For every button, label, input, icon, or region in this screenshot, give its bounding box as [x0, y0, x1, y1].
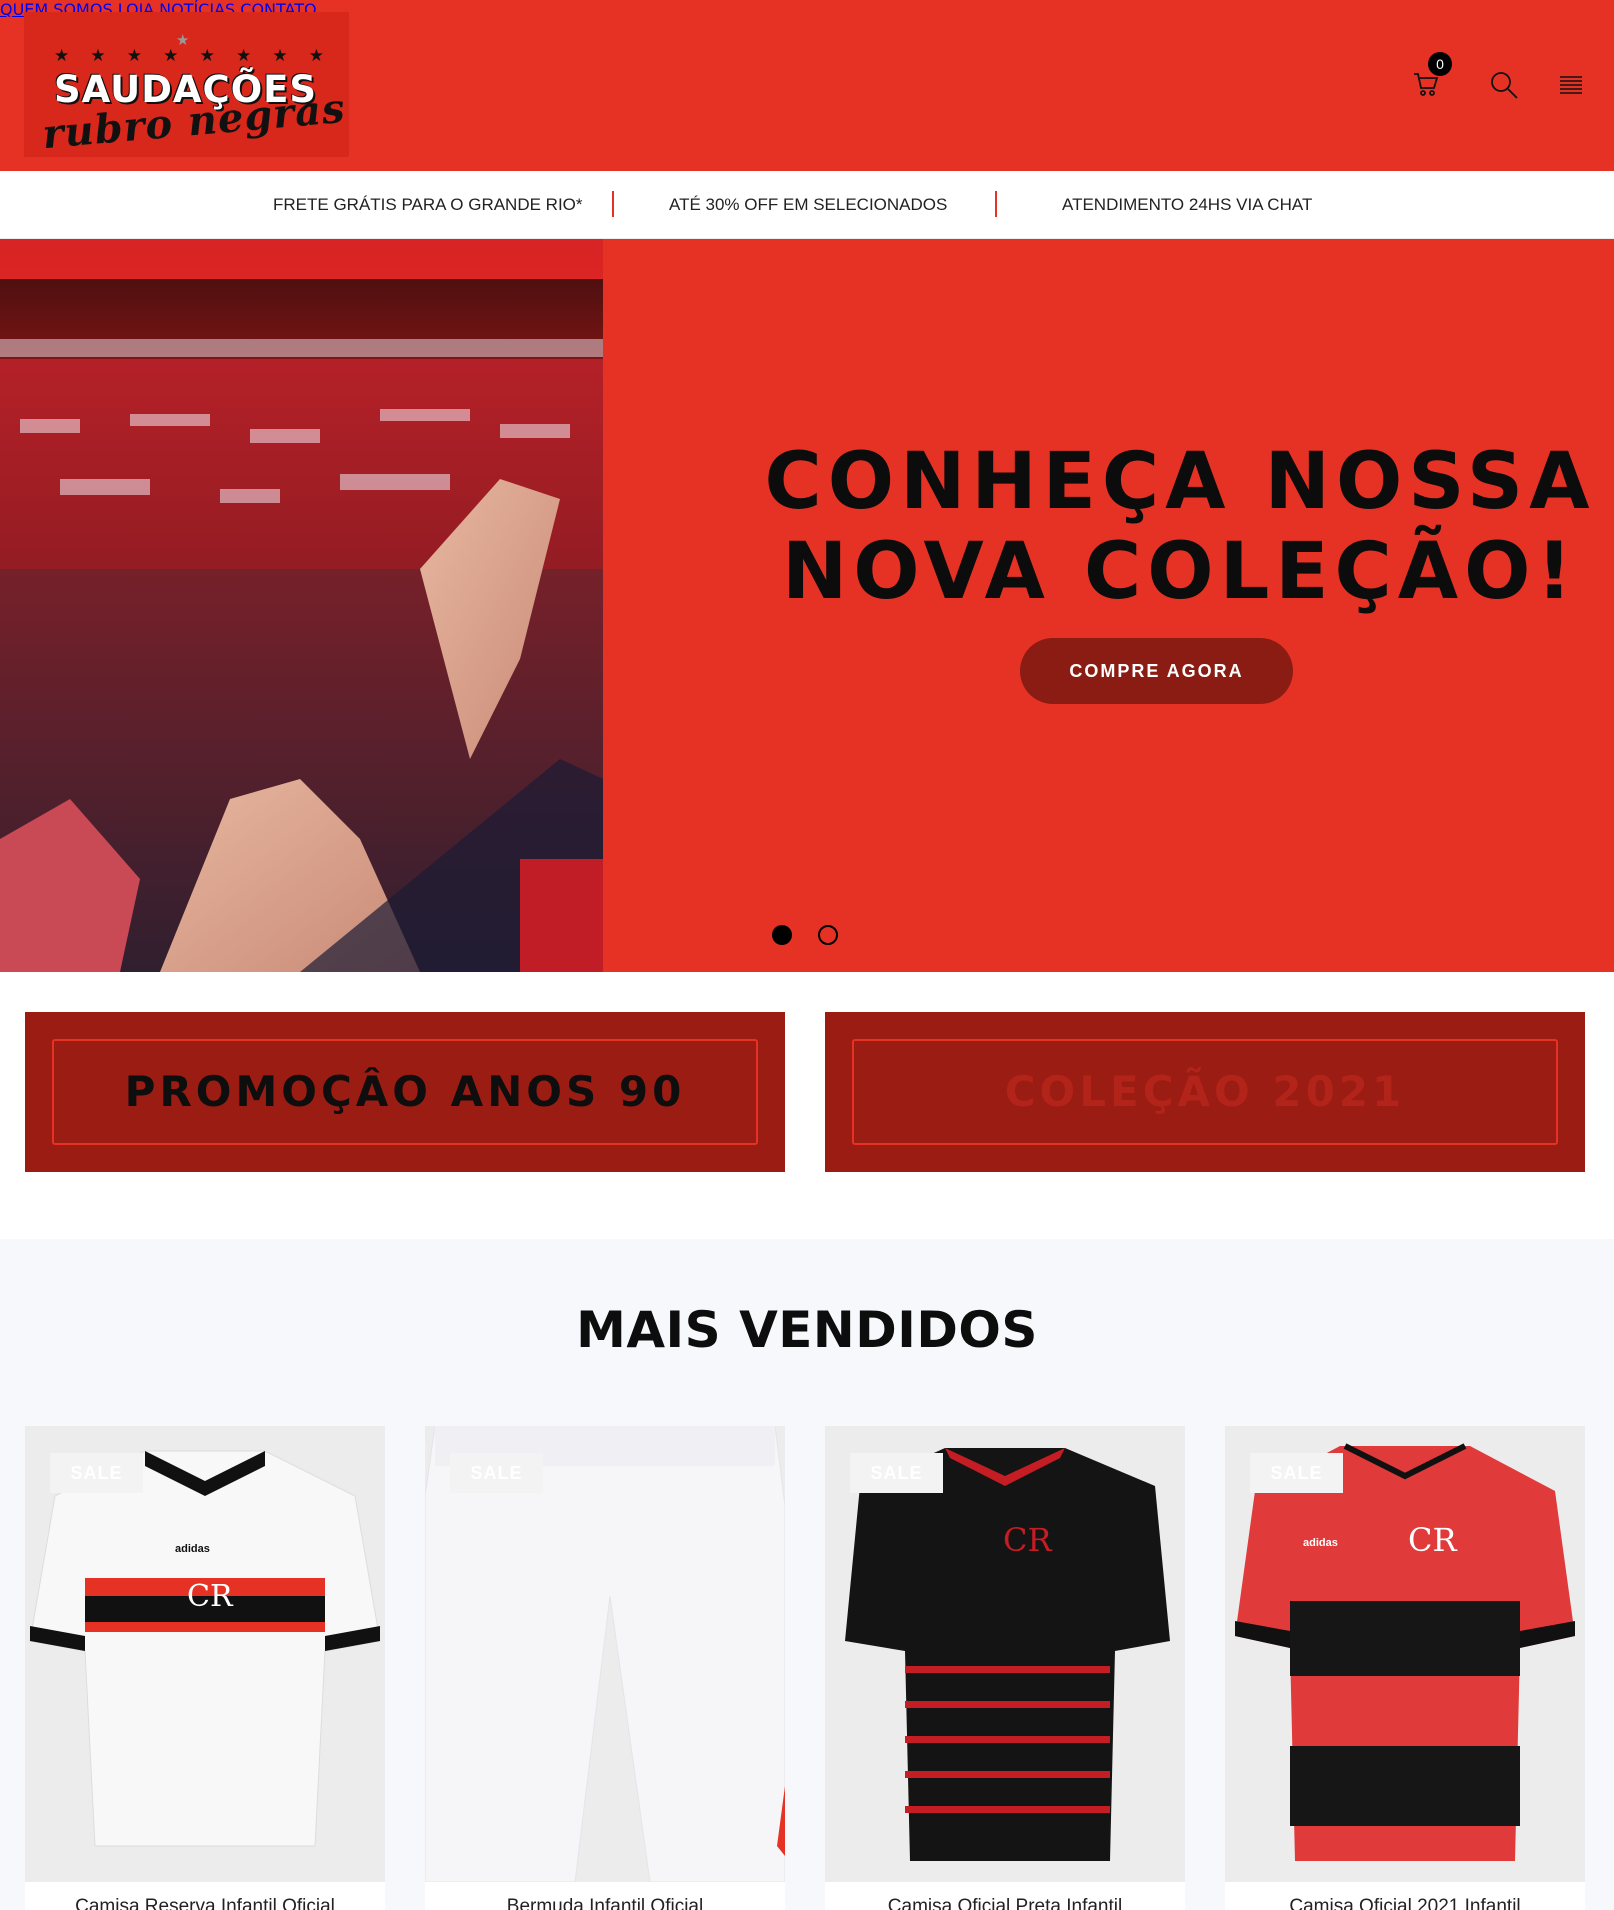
product-card[interactable]: CR SALE Camisa Oficial Preta Infantil [825, 1426, 1185, 1910]
sale-badge: SALE [50, 1453, 143, 1493]
brand-logo[interactable]: ★ ★ ★ ★ ★ ★ ★ ★ ★ SAUDAÇÕES rubro negras [24, 12, 349, 158]
star-icon: ★ [235, 46, 252, 66]
slider-dot-active[interactable] [772, 925, 792, 945]
product-name[interactable]: Camisa Oficial Preta Infantil [825, 1896, 1185, 1910]
product-card[interactable]: SALE Bermuda Infantil Oficial [425, 1426, 785, 1910]
sale-badge: SALE [850, 1453, 943, 1493]
info-divider [995, 191, 997, 217]
info-support: ATENDIMENTO 24HS VIA CHAT [1062, 195, 1313, 214]
hero-title-line-1: CONHEÇA NOSSA [764, 437, 1596, 527]
hero-slider: CONHEÇA NOSSA NOVA COLEÇÃO! COMPRE AGORA [0, 239, 1614, 972]
cart-count-badge: 0 [1428, 52, 1452, 76]
info-bar: FRETE GRÁTIS PARA O GRANDE RIO* ATÉ 30% … [0, 171, 1614, 239]
info-free-shipping: FRETE GRÁTIS PARA O GRANDE RIO* [273, 195, 583, 214]
product-card[interactable]: CR adidas SALE Camisa Reserva Infantil O… [25, 1426, 385, 1910]
star-icon: ★ [199, 46, 215, 66]
product-card[interactable]: CR adidas SALE Camisa Oficial 2021 Infan… [1225, 1426, 1585, 1910]
sale-badge: SALE [1250, 1453, 1343, 1493]
svg-text:CR: CR [187, 1579, 234, 1614]
search-icon[interactable] [1489, 70, 1519, 100]
star-icon: ★ [163, 46, 179, 66]
promo-label: PROMOÇÂO ANOS 90 [52, 1039, 758, 1145]
site-header: ★ ★ ★ ★ ★ ★ ★ ★ ★ SAUDAÇÕES rubro negras… [0, 0, 1614, 171]
product-image[interactable]: CR adidas [1225, 1426, 1585, 1882]
svg-text:CR: CR [1408, 1521, 1457, 1559]
product-name[interactable]: Bermuda Infantil Oficial [425, 1896, 785, 1910]
slider-dot[interactable] [818, 925, 838, 945]
star-icon: ★ [54, 46, 70, 66]
svg-text:adidas: adidas [175, 1543, 210, 1555]
menu-icon[interactable] [1560, 75, 1582, 95]
product-image[interactable]: CR [825, 1426, 1185, 1882]
shop-now-button[interactable]: COMPRE AGORA [1020, 638, 1293, 704]
star-icon: ★ [126, 46, 143, 66]
product-image[interactable]: CR adidas [25, 1426, 385, 1882]
info-divider [612, 191, 614, 217]
promo-banner-2021[interactable]: COLEÇÃO 2021 [825, 1012, 1585, 1172]
info-discount: ATÉ 30% OFF EM SELECIONADOS [669, 195, 948, 214]
section-title: MAIS VENDIDOS [576, 1301, 1038, 1359]
sale-badge: SALE [450, 1453, 543, 1493]
svg-text:CR: CR [1003, 1521, 1052, 1559]
logo-stars: ★ ★ ★ ★ ★ ★ ★ ★ [54, 46, 324, 66]
star-icon: ★ [272, 46, 288, 66]
hero-title: CONHEÇA NOSSA NOVA COLEÇÃO! [760, 437, 1600, 617]
product-name[interactable]: Camisa Reserva Infantil Oficial [25, 1896, 385, 1910]
hero-title-line-2: NOVA COLEÇÃO! [781, 527, 1579, 617]
star-icon: ★ [308, 46, 324, 66]
svg-text:adidas: adidas [1303, 1537, 1338, 1549]
product-name[interactable]: Camisa Oficial 2021 Infantil [1225, 1896, 1585, 1910]
product-image[interactable] [425, 1426, 785, 1882]
promo-label: COLEÇÃO 2021 [852, 1039, 1558, 1145]
promo-banner-90s[interactable]: PROMOÇÂO ANOS 90 [25, 1012, 785, 1172]
star-icon: ★ [90, 46, 106, 66]
hero-image-stadium [0, 239, 603, 972]
